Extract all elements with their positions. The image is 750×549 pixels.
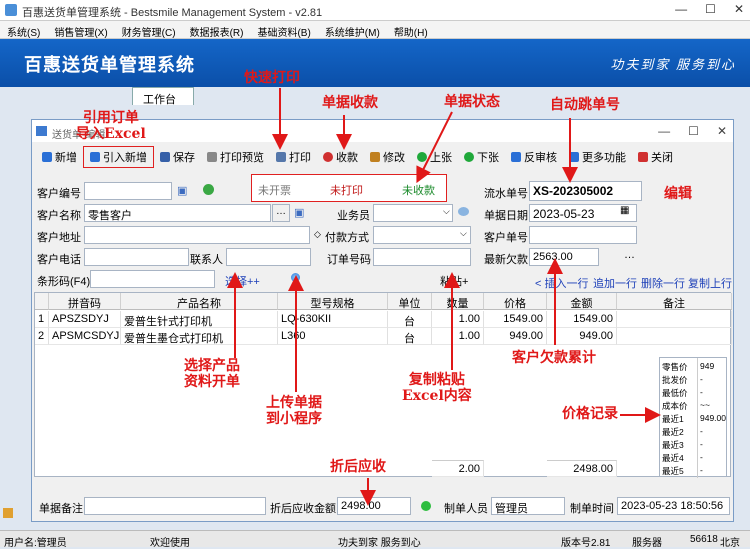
annotation-arrows: [227, 88, 661, 506]
